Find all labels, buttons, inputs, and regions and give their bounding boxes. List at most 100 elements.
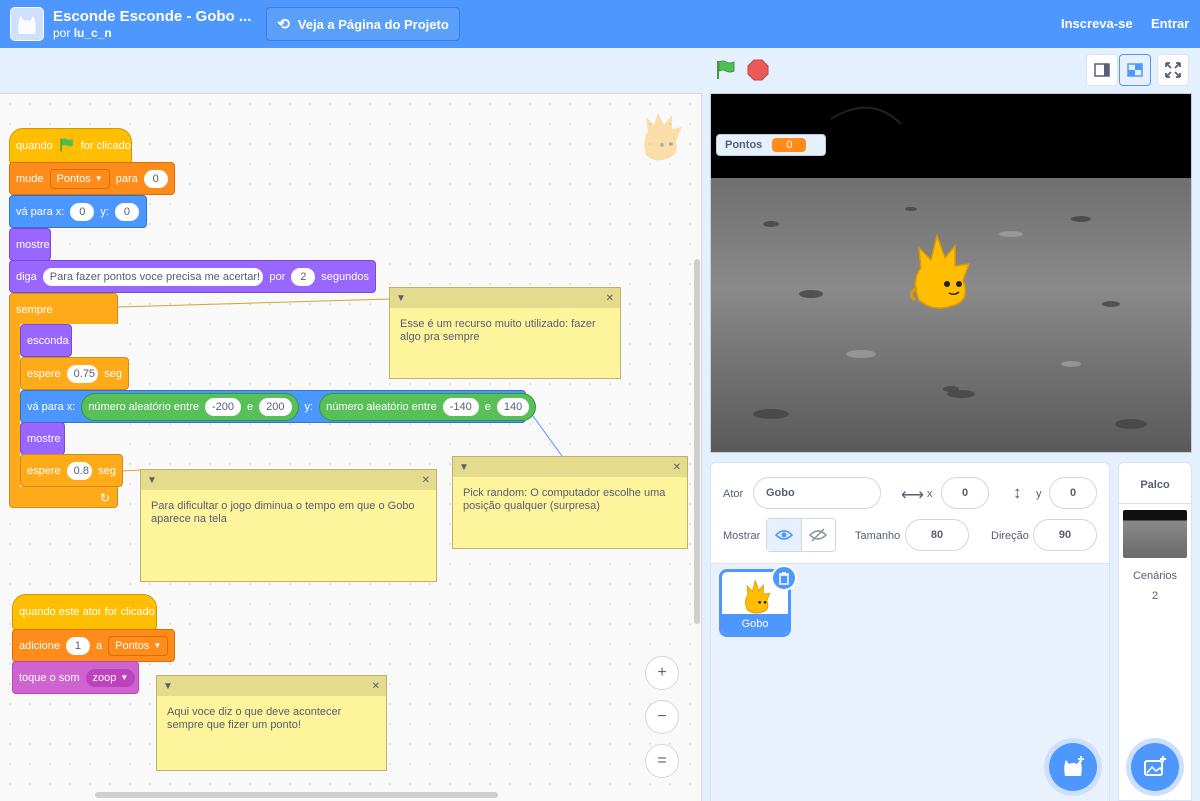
message-input[interactable]: Para fazer pontos voce precisa me acerta… [42, 267, 264, 286]
variable-dropdown[interactable]: Pontos ▼ [49, 168, 110, 189]
note-text[interactable]: Para dificultar o jogo diminua o tempo e… [141, 490, 436, 536]
value-input[interactable]: 1 [65, 636, 90, 655]
block-text: e [247, 400, 254, 413]
x-input[interactable]: 0 [941, 477, 989, 509]
set-variable-block[interactable]: mude Pontos ▼ para 0 [9, 162, 175, 195]
close-icon[interactable]: ✕ [673, 462, 681, 473]
wait-block[interactable]: espere 0.75 seg [20, 357, 129, 390]
y-input[interactable]: 0 [1049, 477, 1097, 509]
code-area[interactable]: quando for clicado mude Pontos ▼ para 0 v… [0, 93, 702, 801]
variable-monitor[interactable]: Pontos 0 [716, 134, 826, 156]
cat-logo-icon[interactable] [10, 7, 44, 41]
random-max-input[interactable]: 200 [259, 397, 292, 416]
block-text: e [484, 400, 491, 413]
collapse-icon[interactable]: ▼ [396, 293, 406, 304]
comment-note[interactable]: ▼ ✕ Pick random: O computador escolhe uma… [452, 456, 688, 549]
sprite-tile-label: Gobo [722, 614, 788, 634]
y-input[interactable]: 0 [114, 202, 139, 221]
monitor-value: 0 [772, 138, 807, 152]
variable-dropdown[interactable]: Pontos ▼ [108, 635, 169, 656]
wait-input[interactable]: 0.8 [66, 461, 93, 480]
note-header[interactable]: ▼ ✕ [141, 470, 436, 490]
say-for-secs-block[interactable]: diga Para fazer pontos voce precisa me a… [9, 260, 376, 293]
block-text: para [115, 172, 138, 185]
block-text: mostre [27, 432, 61, 445]
see-project-page-button[interactable]: ⟲ Veja a Página do Projeto [266, 7, 460, 41]
note-header[interactable]: ▼ ✕ [453, 457, 687, 477]
collapse-icon[interactable]: ▼ [459, 462, 469, 473]
green-flag-icon[interactable] [715, 59, 737, 84]
stop-icon[interactable] [747, 59, 769, 84]
when-sprite-clicked-block[interactable]: quando este ator for clicado [12, 594, 157, 630]
random-max-input[interactable]: 140 [496, 397, 530, 416]
wait-block[interactable]: espere 0.8 seg [20, 454, 123, 487]
chevron-down-icon: ▼ [94, 174, 103, 183]
wait-input[interactable]: 0.75 [66, 364, 99, 383]
note-header[interactable]: ▼ ✕ [157, 676, 386, 696]
zoom-in-button[interactable]: + [645, 656, 679, 690]
random-y-operator[interactable]: número aleatório entre -140 e 140 [319, 392, 537, 421]
block-text: sempre [16, 304, 53, 316]
zoom-reset-button[interactable]: = [645, 744, 679, 778]
sound-dropdown[interactable]: zoop ▼ [85, 668, 136, 687]
y-label: y [1036, 488, 1042, 500]
project-title[interactable]: Esconde Esconde - Gobo ... [53, 8, 251, 25]
block-text: adicione [19, 639, 60, 652]
note-text[interactable]: Esse é um recurso muito utilizado: fazer… [390, 308, 620, 354]
random-min-input[interactable]: -140 [442, 397, 479, 416]
goto-random-block[interactable]: vá para x: número aleatório entre -200 e… [20, 390, 537, 423]
x-input[interactable]: 0 [70, 202, 95, 221]
vertical-scrollbar[interactable] [694, 259, 700, 624]
horizontal-scrollbar[interactable] [95, 792, 498, 798]
backdrop-thumbnail [1123, 510, 1187, 558]
hide-sprite-button[interactable] [802, 519, 836, 551]
delete-sprite-button[interactable] [771, 565, 797, 591]
close-icon[interactable]: ✕ [372, 681, 380, 692]
value-input[interactable]: 0 [143, 169, 168, 188]
hide-block[interactable]: esconda [20, 324, 72, 357]
loop-arrow-icon: ↻ [100, 491, 111, 505]
normal-stage-icon [1127, 63, 1143, 77]
size-input[interactable]: 80 [905, 519, 969, 551]
sprite-name-input[interactable]: Gobo [753, 477, 881, 509]
close-icon[interactable]: ✕ [606, 293, 614, 304]
dropdown-value: Pontos [115, 639, 150, 652]
close-icon[interactable]: ✕ [422, 475, 430, 486]
collapse-icon[interactable]: ▼ [163, 681, 173, 692]
show-block[interactable]: mostre [9, 228, 51, 261]
zoom-out-button[interactable]: − [645, 700, 679, 734]
note-header[interactable]: ▼ ✕ [390, 288, 620, 308]
add-backdrop-button[interactable] [1131, 743, 1179, 791]
play-sound-block[interactable]: toque o som zoop ▼ [12, 661, 139, 694]
when-flag-clicked-block[interactable]: quando for clicado [9, 128, 132, 164]
small-stage-button[interactable] [1086, 54, 1118, 86]
secs-input[interactable]: 2 [291, 267, 316, 286]
zoom-out-icon: − [657, 708, 667, 725]
comment-note[interactable]: ▼ ✕ Esse é um recurso muito utilizado: fa… [389, 287, 621, 379]
add-sprite-button[interactable] [1049, 743, 1097, 791]
fullscreen-icon [1165, 62, 1181, 78]
show-block[interactable]: mostre [20, 422, 65, 455]
block-text: mostre [16, 238, 50, 251]
sprite-label: Ator [723, 488, 744, 500]
stage-selector[interactable]: Palco Cenários 2 [1118, 462, 1192, 801]
change-variable-block[interactable]: adicione 1 a Pontos ▼ [12, 629, 175, 662]
normal-stage-button[interactable] [1119, 54, 1151, 86]
goto-xy-block[interactable]: vá para x: 0 y: 0 [9, 195, 147, 228]
fullscreen-button[interactable] [1157, 54, 1189, 86]
show-sprite-button[interactable] [767, 519, 802, 551]
direction-input[interactable]: 90 [1033, 519, 1097, 551]
direction-label: Direção [991, 530, 1029, 542]
block-text: mude [16, 172, 44, 185]
stage[interactable]: Pontos 0 [710, 93, 1192, 453]
signin-link[interactable]: Entrar [1151, 16, 1189, 31]
comment-note[interactable]: ▼ ✕ Para dificultar o jogo diminua o temp… [140, 469, 437, 582]
note-text[interactable]: Pick random: O computador escolhe uma po… [453, 477, 687, 523]
note-text[interactable]: Aqui voce diz o que deve acontecer sempr… [157, 696, 386, 742]
collapse-icon[interactable]: ▼ [147, 475, 157, 486]
comment-note[interactable]: ▼ ✕ Aqui voce diz o que deve acontecer se… [156, 675, 387, 771]
random-min-input[interactable]: -200 [205, 397, 242, 416]
signup-link[interactable]: Inscreva-se [1061, 16, 1133, 31]
random-x-operator[interactable]: número aleatório entre -200 e 200 [81, 392, 299, 421]
author-link[interactable]: lu_c_n [74, 26, 112, 40]
